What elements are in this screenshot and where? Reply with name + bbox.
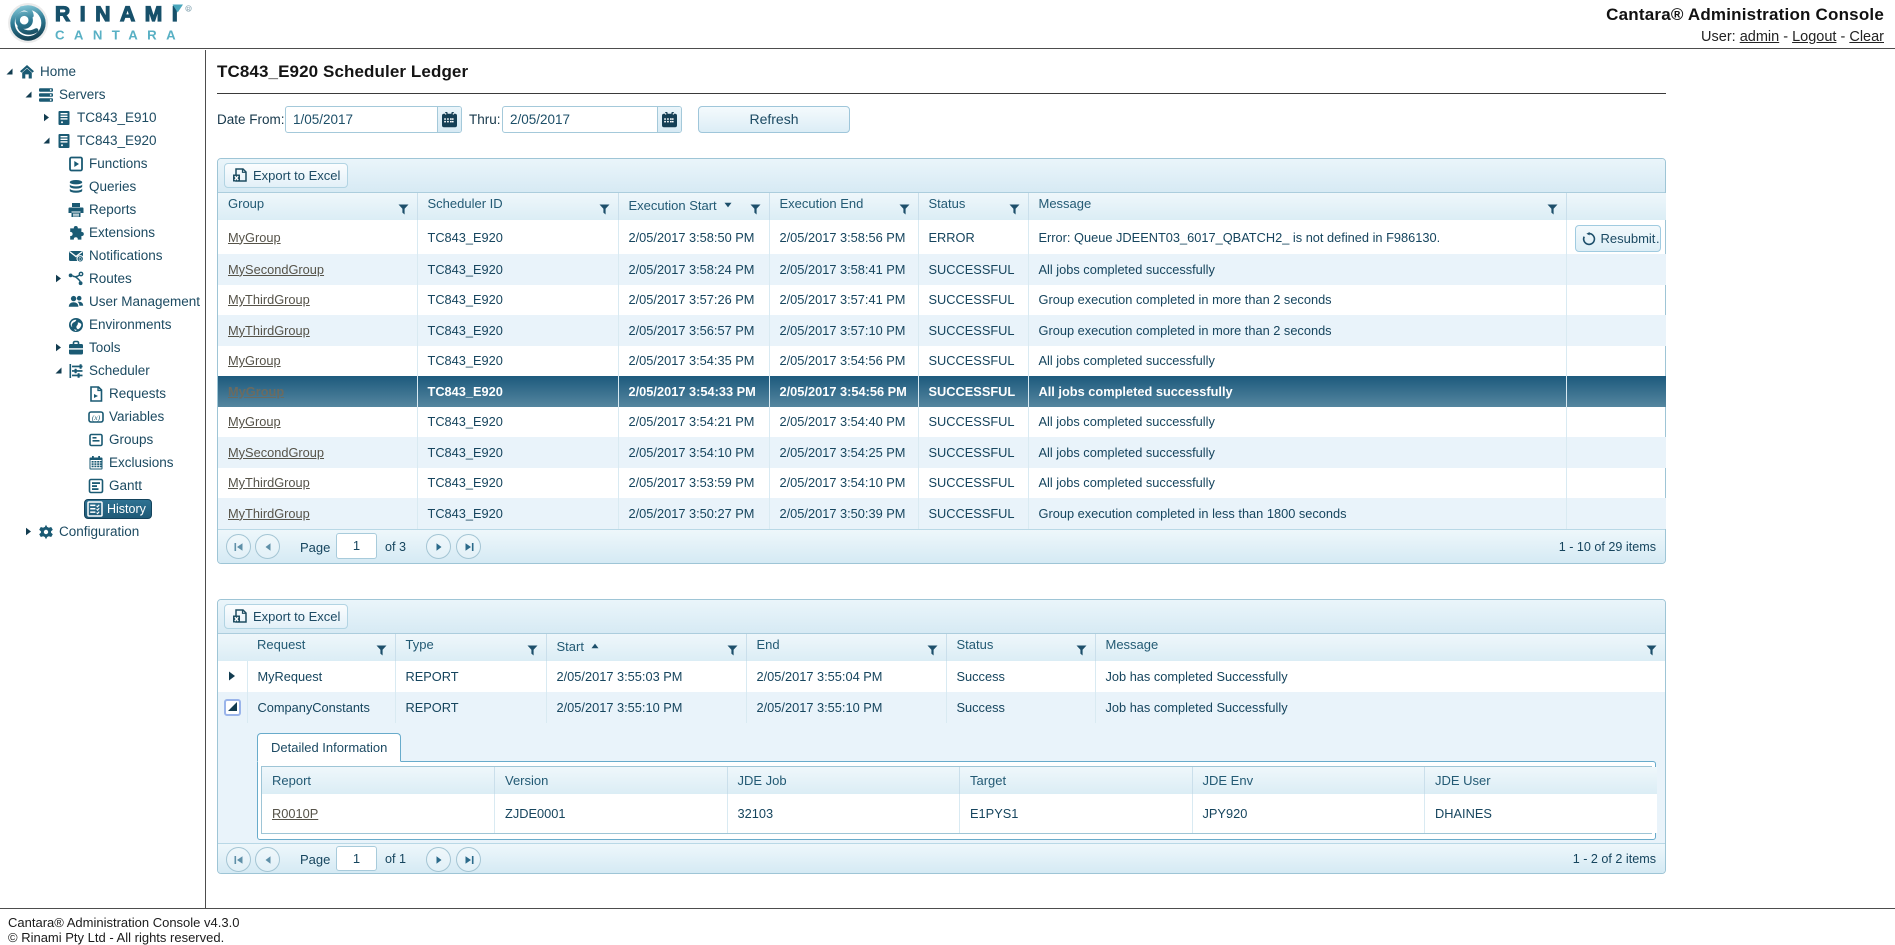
svg-text:(x): (x) xyxy=(92,412,101,421)
svg-text:0: 0 xyxy=(79,257,82,263)
svg-text:CANTARA: CANTARA xyxy=(55,28,185,43)
svg-text:R: R xyxy=(187,7,191,13)
svg-text:RINAMI: RINAMI xyxy=(55,3,187,26)
